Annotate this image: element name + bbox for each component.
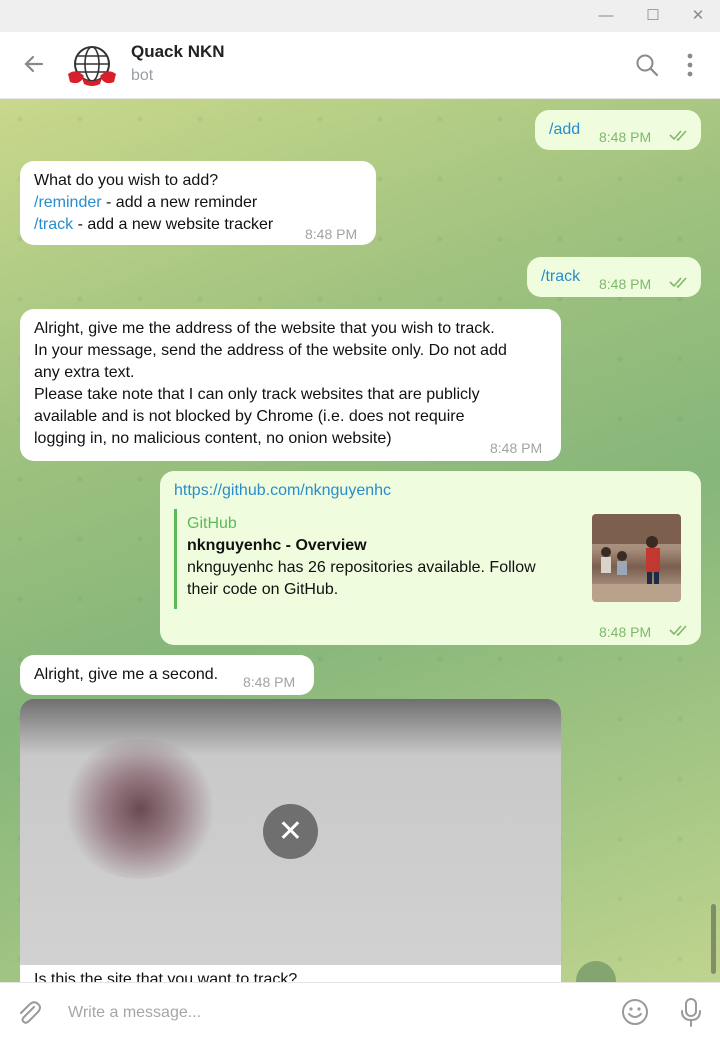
message-text: Please take note that I can only track w… [34,386,480,403]
message-text: any extra text. [34,364,135,381]
attach-icon[interactable] [14,998,44,1028]
message-time: 8:48 PM [599,624,652,640]
double-check-icon [669,277,687,289]
message-time: 8:48 PM [243,674,296,690]
maximize-icon[interactable]: ☐ [643,6,663,26]
message-text: What do you wish to add? [34,172,219,189]
message-text: - add a new website tracker [73,216,274,233]
close-window-icon[interactable]: ✕ [688,6,708,26]
message-time: 8:48 PM [305,226,358,242]
message-text: In your message, send the address of the… [34,342,507,359]
blurred-photo [60,739,220,879]
more-options-icon[interactable] [676,51,704,79]
message-text[interactable]: /track [541,266,580,288]
message-input[interactable] [66,999,590,1027]
scrollbar[interactable] [711,904,716,974]
chat-title[interactable]: Quack NKN [131,42,225,62]
message-bubble-incoming[interactable]: What do you wish to add? /reminder - add… [20,161,376,245]
message-time: 8:48 PM [599,129,652,145]
preview-thumbnail [592,514,681,602]
back-arrow-icon[interactable] [20,50,48,78]
message-text[interactable]: /add [549,119,580,141]
microphone-icon[interactable] [676,996,706,1028]
chat-header: Quack NKN bot [0,32,720,99]
bot-avatar[interactable] [66,40,118,92]
minimize-icon[interactable]: — [596,6,616,26]
message-list[interactable]: /add 8:48 PM What do you wish to add? /r… [0,99,720,982]
message-text: available and is not blocked by Chrome (… [34,408,465,425]
photo-message[interactable]: ✕ Is this the site that you want to trac… [20,699,561,982]
message-text: - add a new reminder [101,194,258,211]
preview-description: their code on GitHub. [187,581,339,598]
message-text: Alright, give me a second. [34,666,219,683]
double-check-icon [669,625,687,637]
emoji-icon[interactable] [620,997,650,1027]
search-icon[interactable] [633,51,661,79]
message-bubble-outgoing[interactable]: https://github.com/nknguyenhc GitHub nkn… [160,471,701,645]
reminder-command-link[interactable]: /reminder [34,194,102,211]
message-text: logging in, no malicious content, no oni… [34,430,392,447]
cancel-download-button[interactable]: ✕ [263,804,318,859]
double-check-icon [669,130,687,142]
preview-site-name: GitHub [187,515,237,532]
link-preview[interactable]: GitHub nknguyenhc - Overview nknguyenhc … [174,509,689,609]
message-bubble-incoming[interactable]: Alright, give me a second. 8:48 PM [20,655,314,695]
message-composer [0,982,720,1041]
preview-description: nknguyenhc has 26 repositories available… [187,559,536,576]
message-bubble-incoming[interactable]: Alright, give me the address of the webs… [20,309,561,461]
message-bubble-outgoing[interactable]: /track 8:48 PM [527,257,701,297]
track-command-link[interactable]: /track [34,216,73,233]
url-link[interactable]: https://github.com/nknguyenhc [174,480,391,502]
photo-caption: Is this the site that you want to track? [20,965,561,982]
message-text: Alright, give me the address of the webs… [34,320,495,337]
window-titlebar: — ☐ ✕ [0,0,720,32]
message-time: 8:48 PM [599,276,652,292]
message-bubble-outgoing[interactable]: /add 8:48 PM [535,110,701,150]
preview-title: nknguyenhc - Overview [187,537,367,554]
chat-status: bot [131,67,154,84]
message-time: 8:48 PM [490,440,543,456]
